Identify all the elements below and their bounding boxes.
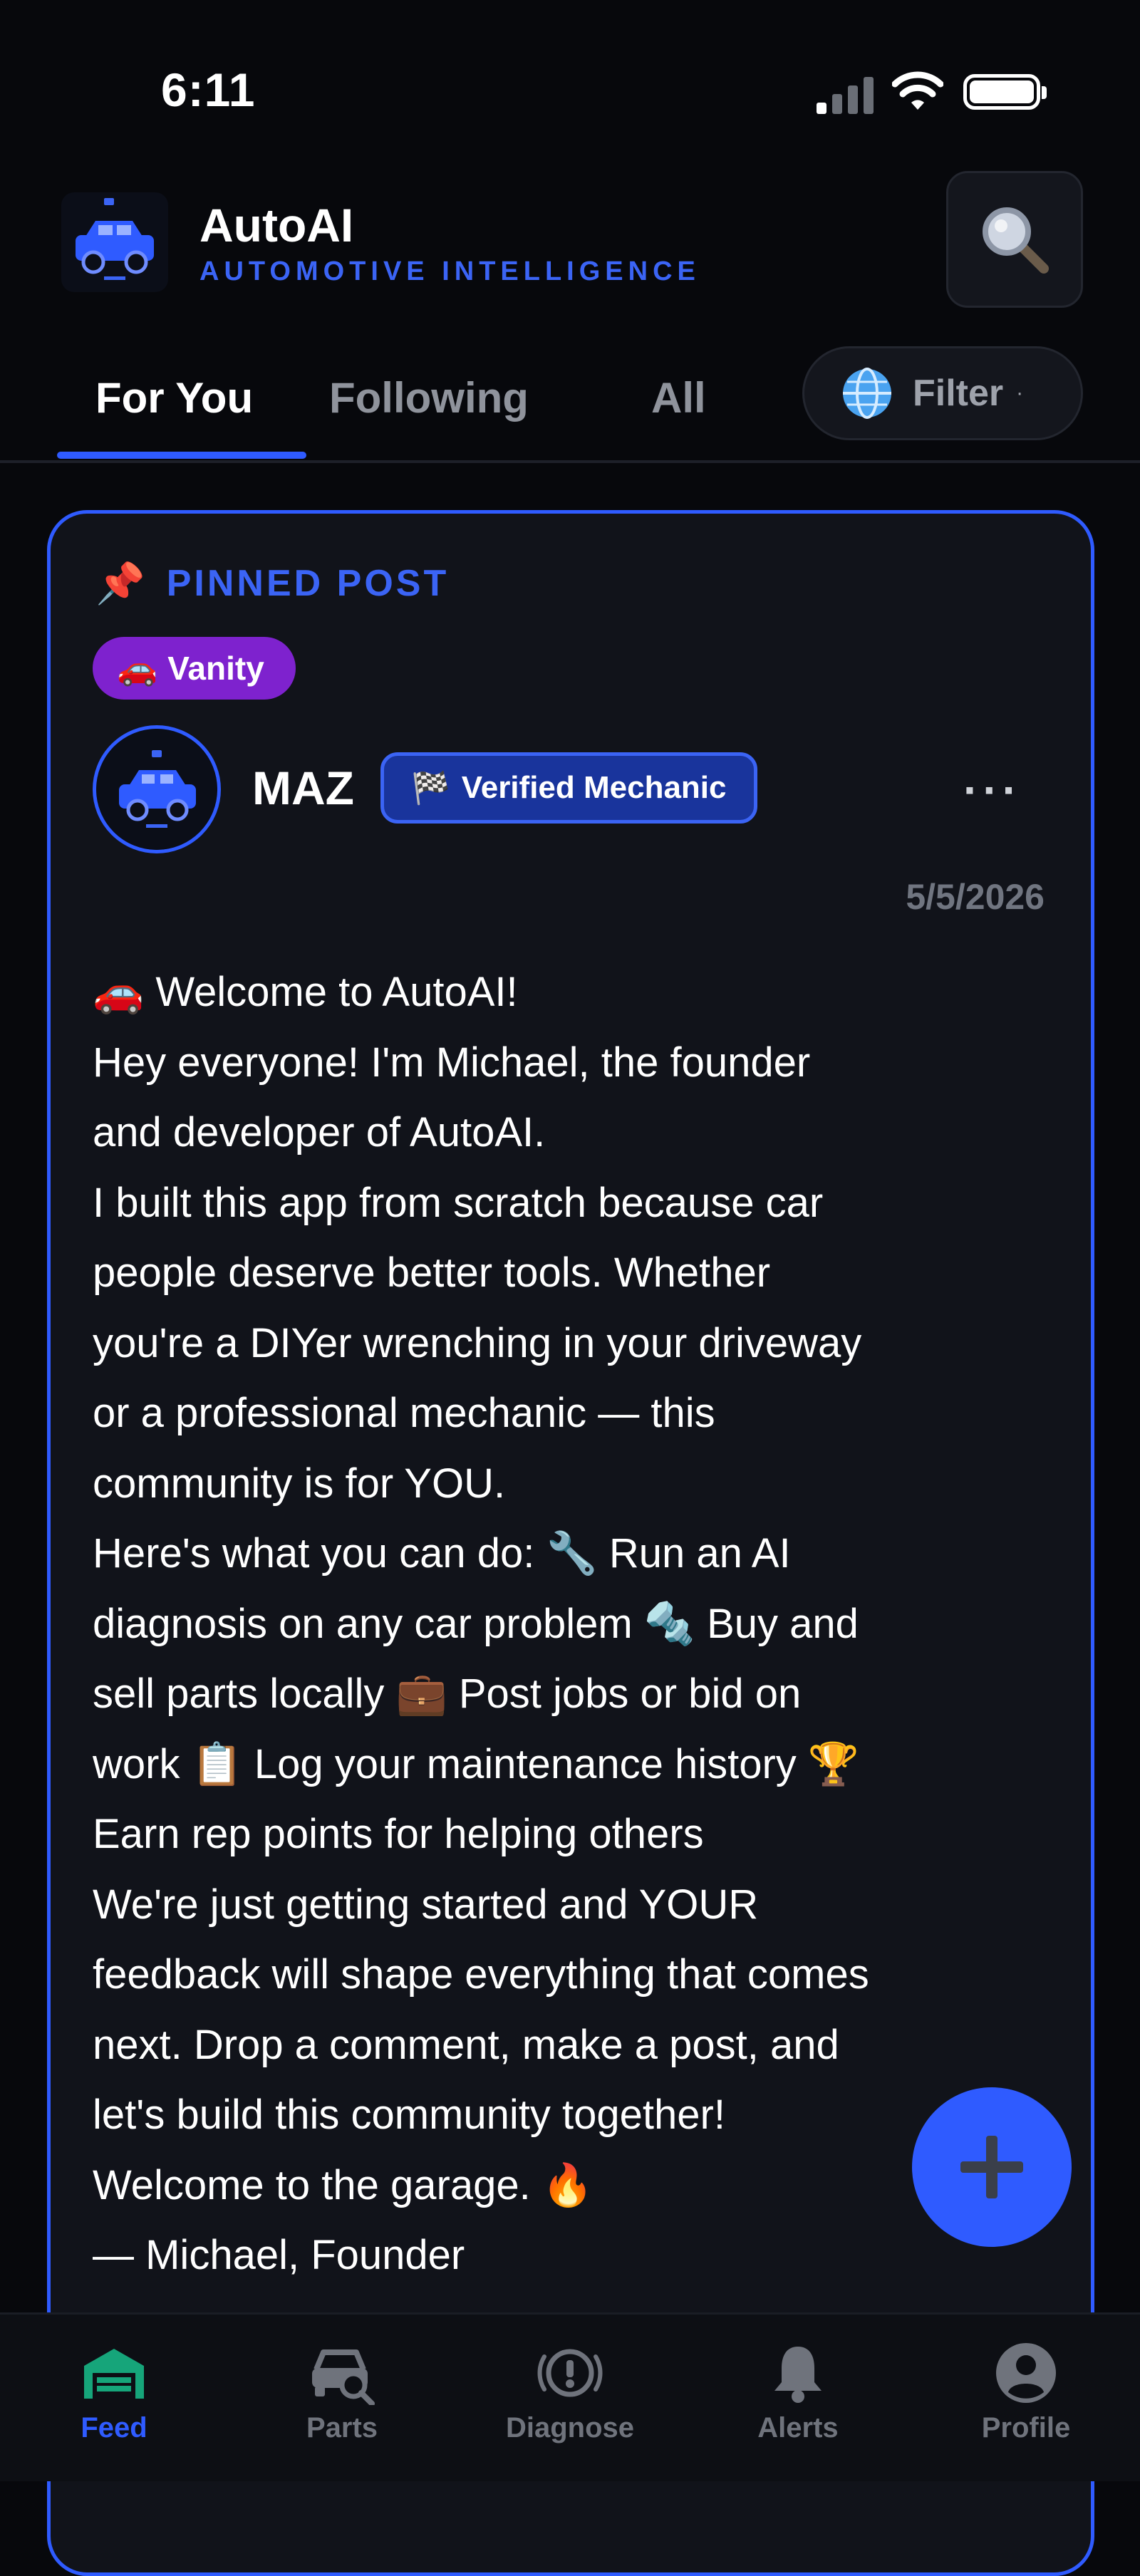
cellular-signal-icon (817, 71, 874, 114)
car-icon: 🚗 (117, 649, 158, 687)
post-line: Here's what you can do: 🔧 Run an AI (93, 1530, 791, 1577)
search-icon (983, 207, 1049, 274)
post-line: next. Drop a comment, make a post, and (93, 2021, 839, 2068)
post-line: work 📋 Log your maintenance history 🏆 (93, 1740, 860, 1787)
post-line: diagnosis on any car problem 🔩 Buy and (93, 1600, 859, 1647)
post-line: We're just getting started and YOUR (93, 1881, 759, 1928)
category-tag-label: Vanity (167, 650, 264, 687)
wifi-icon (892, 71, 943, 110)
filter-label: Filter (913, 373, 1004, 414)
post-line: you're a DIYer wrenching in your drivewa… (93, 1319, 862, 1366)
nav-alerts-label: Alerts (757, 2412, 839, 2443)
active-tab-indicator (57, 452, 306, 459)
post-line: Earn rep points for helping others (93, 1811, 704, 1857)
tab-for-you[interactable]: For You (95, 373, 253, 422)
nav-feed[interactable]: Feed (28, 2334, 200, 2444)
verified-badge-label: Verified Mechanic (461, 770, 727, 805)
nav-alerts[interactable]: Alerts (712, 2334, 884, 2444)
post-body: 🚗 Welcome to AutoAI! Hey everyone! I'm M… (93, 957, 1062, 2291)
more-options-button[interactable]: ··· (963, 764, 1022, 816)
truck-logo-icon (61, 192, 168, 292)
post-line: community is for YOU. (93, 1460, 506, 1507)
chevron-down-icon: · (1016, 381, 1024, 405)
plus-icon (960, 2136, 1023, 2198)
tab-following[interactable]: Following (329, 373, 529, 422)
pinned-header: 📌 PINNED POST (95, 560, 449, 607)
status-time: 6:11 (161, 63, 256, 116)
create-post-button[interactable] (912, 2087, 1072, 2247)
search-button[interactable] (946, 171, 1083, 308)
nav-profile-label: Profile (981, 2412, 1071, 2443)
category-tag[interactable]: 🚗 Vanity (93, 637, 296, 700)
pushpin-icon: 📌 (95, 561, 145, 606)
post-date: 5/5/2026 (906, 877, 1045, 917)
battery-icon (963, 74, 1047, 110)
bell-icon (774, 2347, 822, 2403)
post-line: and developer of AutoAI. (93, 1109, 546, 1155)
filter-button[interactable]: Filter · (802, 346, 1083, 440)
verified-badge: 🏁 Verified Mechanic (380, 752, 757, 824)
garage-icon (84, 2349, 144, 2399)
post-line: feedback will shape everything that come… (93, 1951, 869, 1998)
app-tagline: AUTOMOTIVE INTELLIGENCE (200, 256, 700, 286)
status-bar: 6:11 (0, 0, 1140, 157)
avatar[interactable] (93, 725, 221, 853)
nav-parts[interactable]: Parts (256, 2334, 428, 2444)
app-title: AutoAI (200, 199, 354, 251)
post-line: Hey everyone! I'm Michael, the founder (93, 1039, 811, 1086)
post-line: 🚗 Welcome to AutoAI! (93, 969, 518, 1015)
tab-all[interactable]: All (651, 373, 706, 422)
warning-circle-icon (537, 2349, 603, 2397)
nav-feed-label: Feed (81, 2412, 147, 2443)
nav-parts-label: Parts (306, 2412, 378, 2443)
post-line: — Michael, Founder (93, 2232, 465, 2278)
checkered-flag-icon: 🏁 (411, 771, 450, 806)
post-line: people deserve better tools. Whether (93, 1250, 771, 1296)
nav-diagnose[interactable]: Diagnose (484, 2334, 656, 2444)
globe-icon (843, 368, 891, 419)
nav-diagnose-label: Diagnose (505, 2412, 635, 2443)
tabs-divider (0, 460, 1140, 463)
user-circle-icon (996, 2343, 1056, 2403)
post-line: I built this app from scratch because ca… (93, 1179, 824, 1226)
nav-profile[interactable]: Profile (940, 2334, 1112, 2444)
author-name[interactable]: MAZ (252, 761, 354, 815)
car-search-icon (312, 2349, 375, 2405)
post-line: or a professional mechanic — this (93, 1390, 715, 1436)
pinned-label: PINNED POST (166, 563, 450, 604)
post-line: sell parts locally 💼 Post jobs or bid on (93, 1671, 802, 1717)
